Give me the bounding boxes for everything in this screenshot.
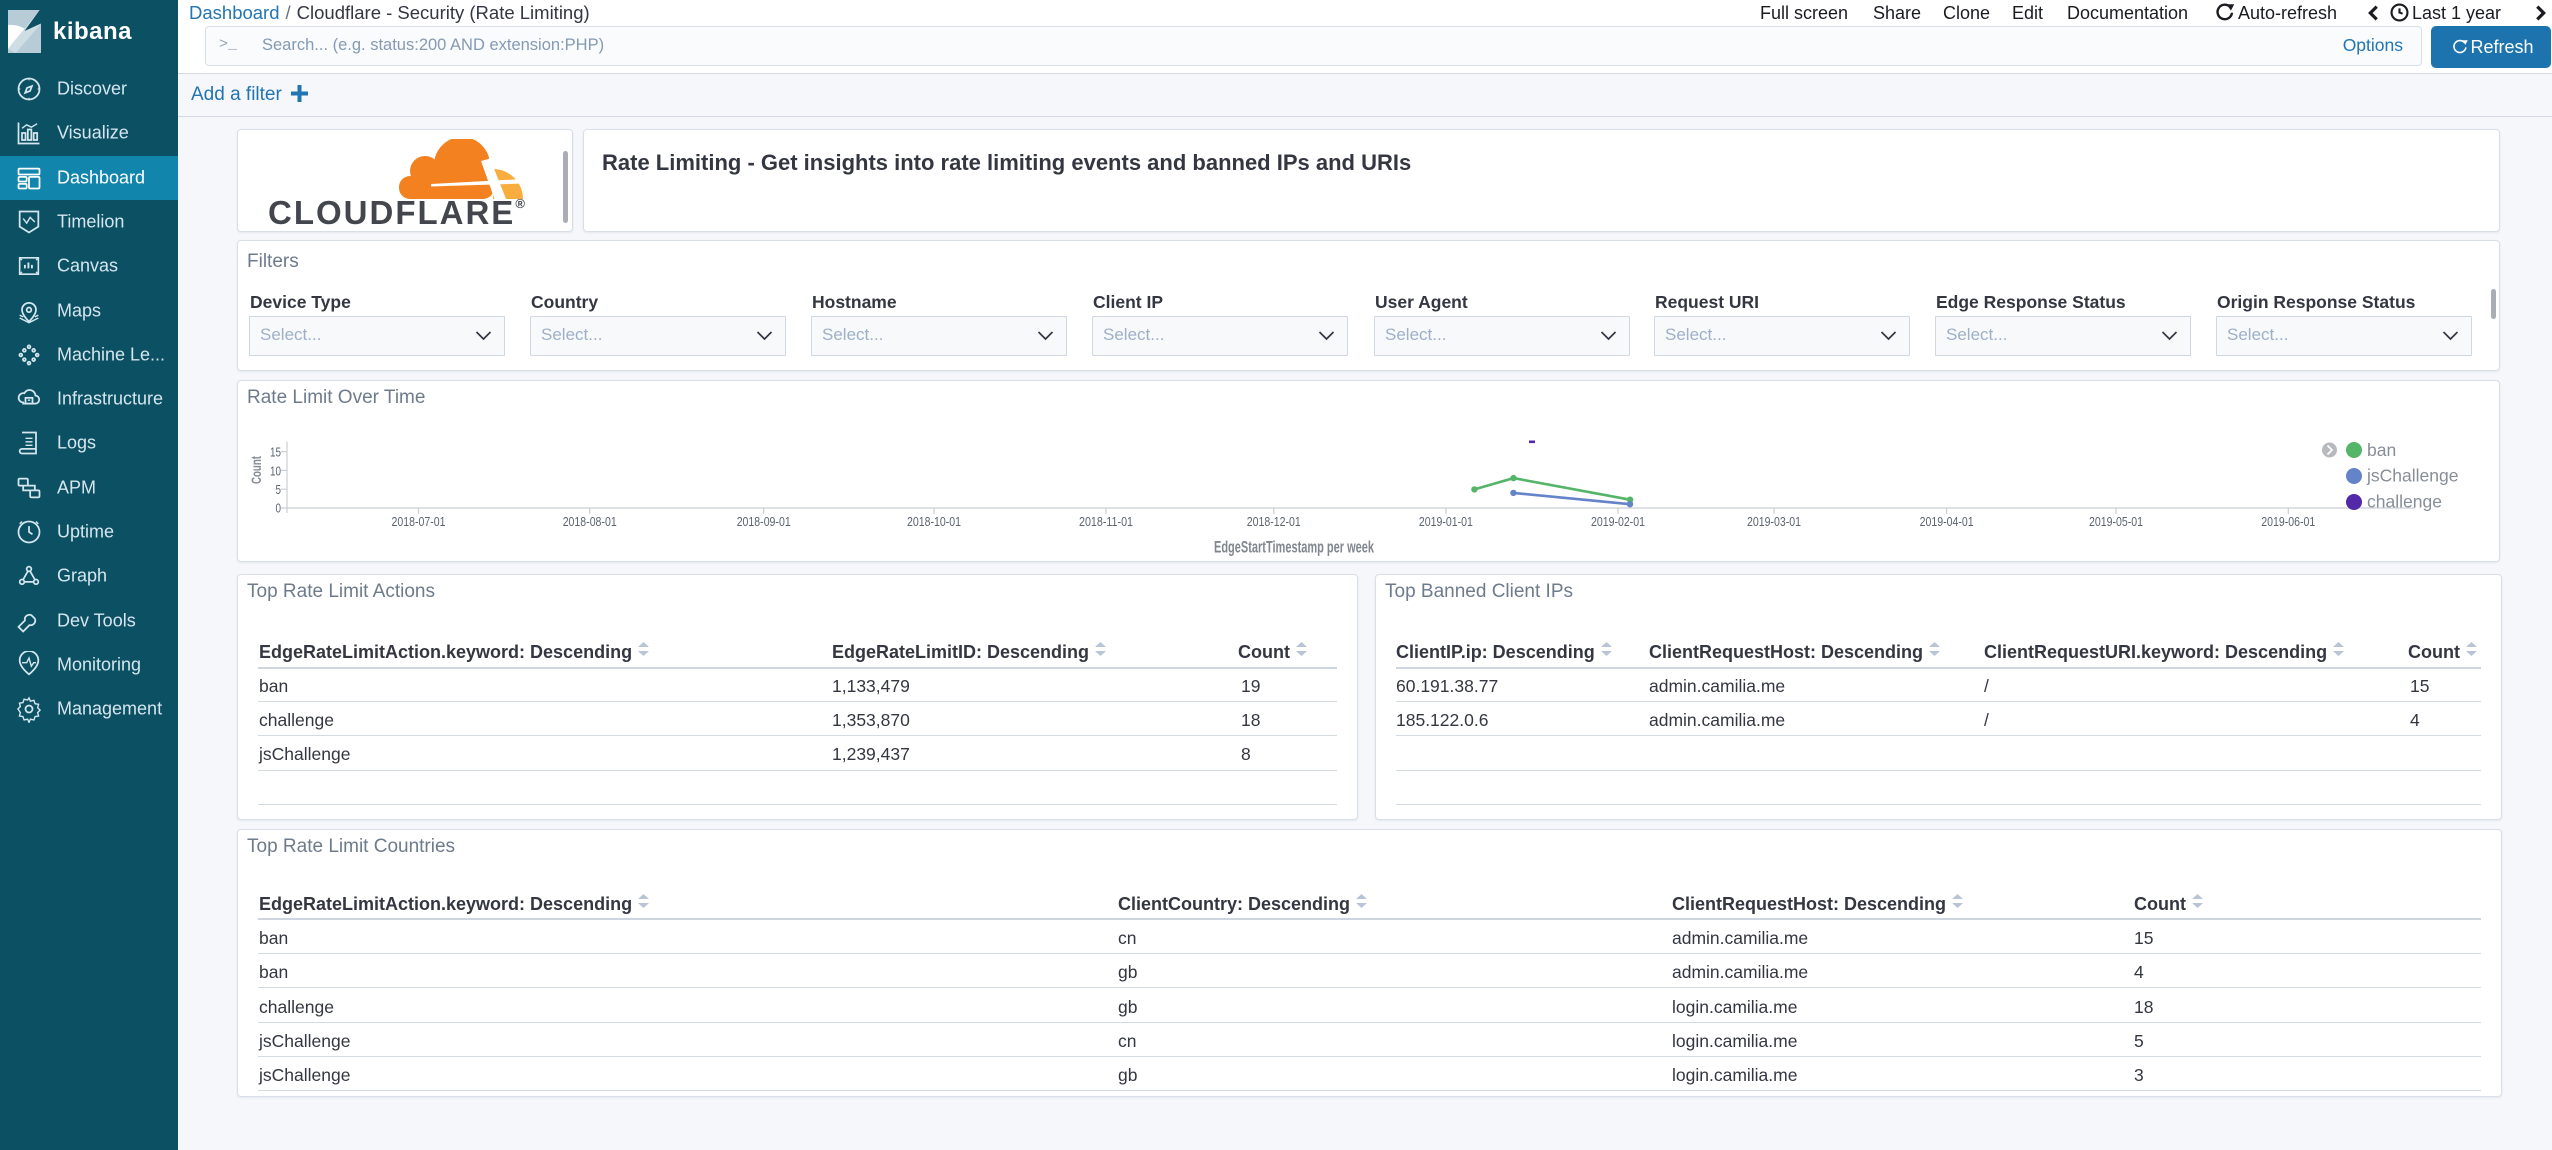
svg-text:10: 10: [270, 463, 281, 478]
svg-text:Count: Count: [249, 456, 264, 484]
svg-text:2019-01-01: 2019-01-01: [1419, 514, 1473, 529]
svg-text:2018-12-01: 2018-12-01: [1247, 514, 1301, 529]
svg-text:2018-08-01: 2018-08-01: [563, 514, 617, 529]
svg-text:0: 0: [276, 501, 282, 516]
svg-text:EdgeStartTimestamp per week: EdgeStartTimestamp per week: [1214, 539, 1375, 557]
svg-text:ban: ban: [2367, 440, 2396, 460]
svg-text:2019-03-01: 2019-03-01: [1747, 514, 1801, 529]
svg-text:2018-07-01: 2018-07-01: [392, 514, 446, 529]
svg-text:2018-09-01: 2018-09-01: [737, 514, 791, 529]
svg-text:jsChallenge: jsChallenge: [2366, 466, 2458, 486]
svg-text:2018-11-01: 2018-11-01: [1079, 514, 1133, 529]
svg-text:2019-06-01: 2019-06-01: [2261, 514, 2315, 529]
svg-text:2019-05-01: 2019-05-01: [2089, 514, 2143, 529]
svg-text:2019-02-01: 2019-02-01: [1591, 514, 1645, 529]
svg-text:5: 5: [276, 482, 282, 497]
svg-text:2018-10-01: 2018-10-01: [907, 514, 961, 529]
svg-text:challenge: challenge: [2367, 492, 2442, 512]
svg-text:2019-04-01: 2019-04-01: [1920, 514, 1974, 529]
svg-text:15: 15: [270, 445, 281, 460]
